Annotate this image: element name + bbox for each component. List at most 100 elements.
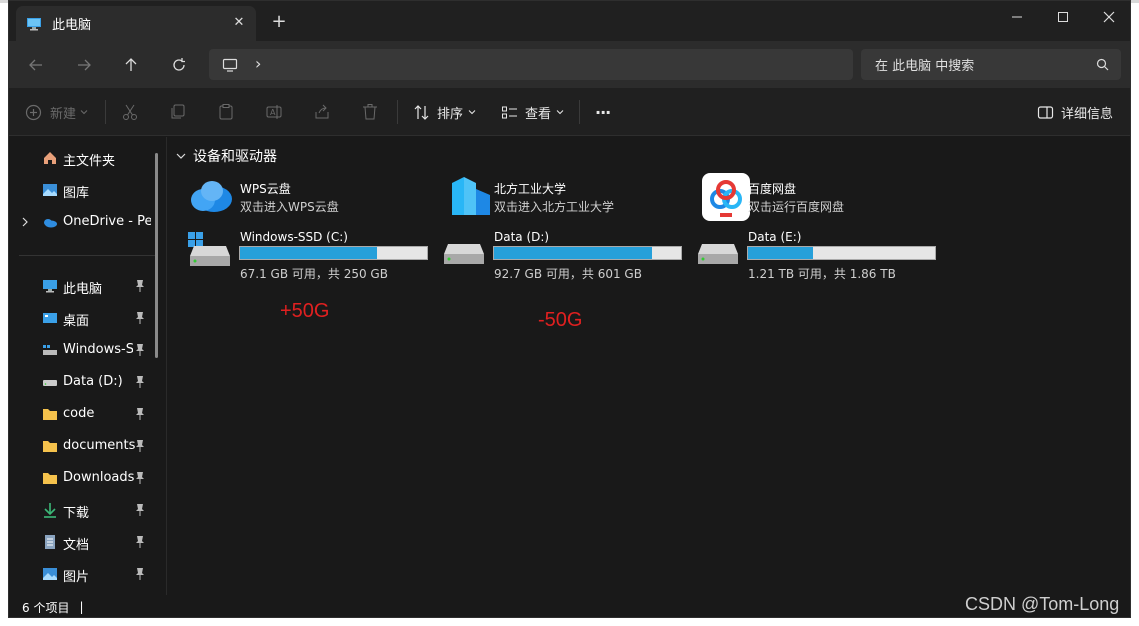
- more-options-button[interactable]: ···: [595, 100, 611, 124]
- svg-text:A: A: [270, 108, 276, 117]
- pin-icon[interactable]: [134, 311, 146, 325]
- watermark: CSDN @Tom-Long: [965, 594, 1120, 614]
- drive-item-c[interactable]: Windows-SSD (C:) 67.1 GB 可用，共 250 GB: [188, 230, 438, 286]
- pin-icon[interactable]: [134, 503, 146, 517]
- rename-button[interactable]: A: [265, 100, 283, 124]
- toolbar-divider: [579, 100, 580, 124]
- drive-item-d[interactable]: Data (D:) 92.7 GB 可用，共 601 GB: [442, 230, 692, 286]
- pin-icon[interactable]: [134, 343, 146, 357]
- share-button[interactable]: [313, 100, 331, 124]
- sidebar-item-home[interactable]: 主文件夹: [9, 145, 157, 171]
- windows-drive-icon: [188, 232, 230, 266]
- sidebar-item-desktop[interactable]: 桌面: [9, 305, 157, 331]
- pin-icon[interactable]: [134, 407, 146, 421]
- desktop-icon: [43, 313, 57, 323]
- university-icon: [452, 177, 490, 215]
- sidebar-item-label: documents: [63, 438, 136, 453]
- drive-free-space: 67.1 GB 可用，共 250 GB: [240, 267, 388, 281]
- new-label: 新建: [50, 106, 77, 122]
- sidebar-item-code[interactable]: code: [9, 401, 157, 427]
- new-button[interactable]: 新建: [25, 100, 88, 124]
- minimize-icon: [1012, 16, 1022, 18]
- navigation-bar: › 在 此电脑 中搜索: [9, 41, 1130, 88]
- pin-icon[interactable]: [134, 375, 146, 389]
- rename-icon: A: [266, 105, 282, 119]
- sidebar-item-download-cn[interactable]: 下载: [9, 497, 157, 523]
- back-button[interactable]: [23, 53, 49, 77]
- sidebar-item-data-d[interactable]: Data (D:): [9, 369, 157, 395]
- pictures-icon: [43, 568, 57, 580]
- chevron-down-icon: [176, 153, 186, 159]
- chevron-right-icon[interactable]: [21, 217, 29, 227]
- minimize-button[interactable]: [994, 1, 1040, 33]
- sidebar-item-windows-ssd[interactable]: Windows-SSD: [9, 337, 157, 363]
- pin-icon[interactable]: [134, 439, 146, 453]
- pin-icon[interactable]: [134, 567, 146, 581]
- new-tab-button[interactable]: +: [269, 13, 289, 33]
- drive-usage-bar: [493, 246, 682, 260]
- delete-button[interactable]: [361, 100, 379, 124]
- view-button[interactable]: 查看: [501, 100, 564, 124]
- close-tab-icon[interactable]: ✕: [230, 14, 248, 32]
- sidebar-item-this-pc[interactable]: 此电脑: [9, 273, 157, 299]
- copy-button[interactable]: [169, 100, 187, 124]
- toolbar-divider: [397, 100, 398, 124]
- file-list-pane: 设备和驱动器 WPS云盘 双击进入WPS云盘 北方工业大学 双击进入北方工业大学: [168, 137, 1130, 595]
- sidebar-item-downloads[interactable]: Downloads: [9, 465, 157, 491]
- drive-name: Data (D:): [494, 230, 550, 244]
- maximize-button[interactable]: [1040, 1, 1086, 33]
- app-item-baidu[interactable]: 百度网盘 双击运行百度网盘: [696, 173, 946, 221]
- search-input[interactable]: 在 此电脑 中搜索: [875, 55, 974, 74]
- command-bar: 新建 A 排序 查看 ··· 详细信息: [9, 88, 1130, 136]
- drive-item-e[interactable]: Data (E:) 1.21 TB 可用，共 1.86 TB: [696, 230, 946, 286]
- paste-button[interactable]: [217, 100, 235, 124]
- baidu-netdisk-icon: [702, 173, 750, 221]
- section-header[interactable]: 设备和驱动器: [176, 146, 277, 166]
- close-window-button[interactable]: [1086, 1, 1130, 33]
- sidebar-item-onedrive[interactable]: OneDrive - Per: [9, 209, 157, 235]
- sidebar-item-pictures[interactable]: 图片: [9, 561, 157, 587]
- pin-icon[interactable]: [134, 535, 146, 549]
- sidebar-item-label: 图片: [63, 570, 90, 585]
- forward-button[interactable]: [71, 53, 97, 77]
- drive-usage-fill: [748, 247, 814, 259]
- computer-icon: [43, 280, 57, 293]
- wps-cloud-icon: [191, 181, 232, 212]
- app-item-ncut[interactable]: 北方工业大学 双击进入北方工业大学: [442, 173, 692, 221]
- breadcrumb-chevron-icon[interactable]: ›: [255, 54, 261, 73]
- computer-icon: [27, 17, 41, 30]
- sidebar-item-documents[interactable]: documents: [9, 433, 157, 459]
- drive-icon: [444, 244, 484, 264]
- sidebar-item-label: 图库: [63, 186, 90, 201]
- share-icon: [315, 104, 329, 119]
- scissors-icon: [123, 104, 137, 120]
- drive-icon: [43, 345, 57, 355]
- app-item-wps[interactable]: WPS云盘 双击进入WPS云盘: [188, 173, 438, 221]
- monitor-icon: [222, 58, 238, 72]
- sidebar-item-label: Downloads: [63, 470, 135, 485]
- tab-title: 此电脑: [52, 18, 92, 33]
- address-bar[interactable]: ›: [209, 49, 853, 80]
- sidebar-item-label: code: [63, 406, 95, 421]
- up-button[interactable]: [118, 53, 144, 77]
- pin-icon[interactable]: [134, 471, 146, 485]
- sort-button[interactable]: 排序: [413, 100, 476, 124]
- details-pane-button[interactable]: 详细信息: [1037, 100, 1113, 124]
- pin-icon[interactable]: [134, 279, 146, 293]
- chevron-down-icon: [468, 110, 476, 115]
- sidebar-item-label: Data (D:): [63, 374, 123, 389]
- sidebar-item-gallery[interactable]: 图库: [9, 177, 157, 203]
- search-box[interactable]: 在 此电脑 中搜索: [861, 49, 1121, 80]
- drive-icon: [698, 244, 738, 264]
- sidebar-item-label: OneDrive - Per: [63, 214, 151, 229]
- copy-icon: [171, 104, 185, 119]
- folder-icon: [43, 473, 57, 484]
- drive-usage-fill: [494, 247, 653, 259]
- item-count: 6 个项目: [22, 600, 70, 615]
- sidebar-item-documents-cn[interactable]: 文档: [9, 529, 157, 555]
- sidebar-divider: [19, 255, 155, 256]
- refresh-button[interactable]: [166, 53, 192, 77]
- tab-this-pc[interactable]: 此电脑 ✕: [16, 6, 256, 41]
- chevron-down-icon: [556, 110, 564, 115]
- cut-button[interactable]: [121, 100, 139, 124]
